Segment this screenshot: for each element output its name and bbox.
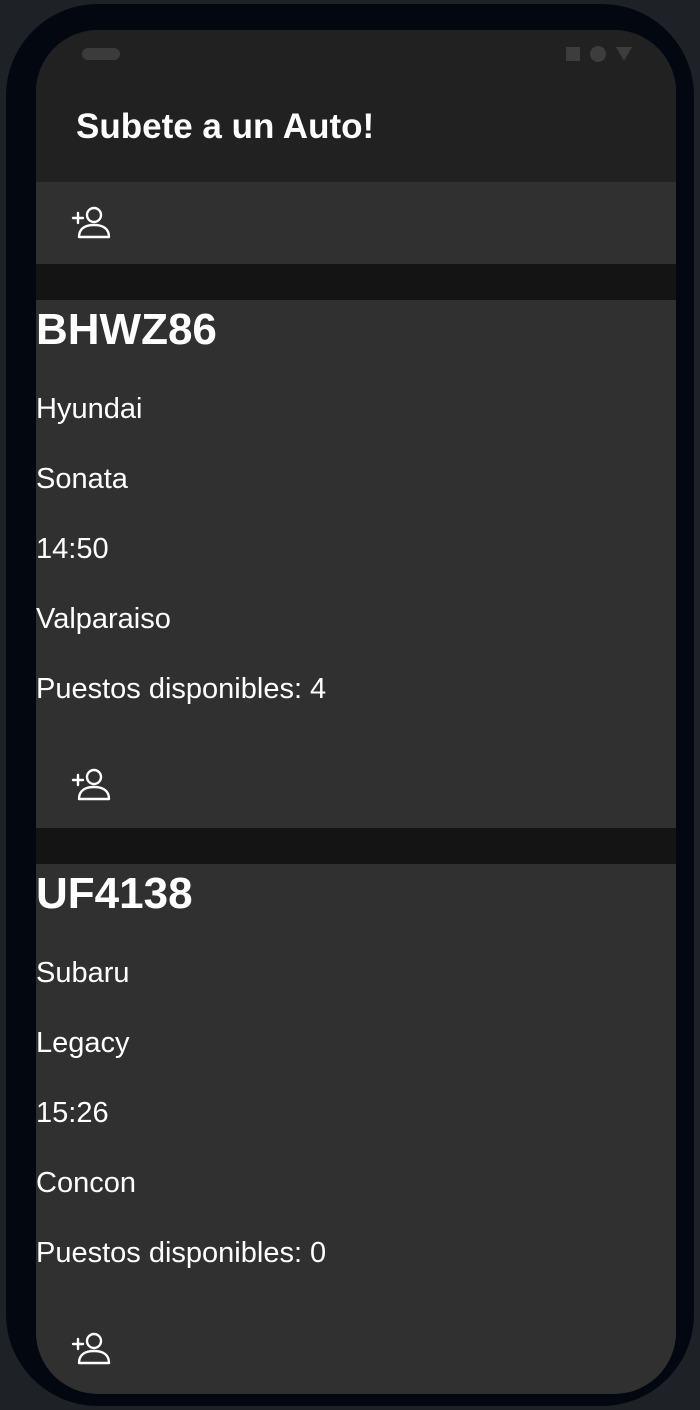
divider [36,264,676,300]
divider [36,828,676,864]
car-brand: Hyundai [36,393,143,425]
departure-time: 15:26 [36,1097,109,1129]
circle-icon [590,46,606,62]
car-model: Legacy [36,1027,130,1059]
car-card: BHWZ86 Hyundai Sonata 14:50 Valparaiso P… [36,300,676,828]
car-list: BHWZ86 Hyundai Sonata 14:50 Valparaiso P… [36,182,676,1392]
phone-frame: Subete a un Auto! BHWZ86 Hyundai Sonata … [6,4,694,1406]
status-bar [36,30,676,78]
car-plate: BHWZ86 [36,305,217,354]
car-plate: UF4138 [36,869,193,918]
destination: Valparaiso [36,603,171,635]
app-bar: Subete a un Auto! [36,78,676,182]
camera-cutout [82,48,120,60]
app-title: Subete a un Auto! [76,107,375,146]
phone-screen: Subete a un Auto! BHWZ86 Hyundai Sonata … [36,30,676,1394]
top-action-row [36,182,676,264]
add-person-icon [71,768,111,801]
add-person-icon [71,206,111,239]
car-card: UF4138 Subaru Legacy 15:26 Concon Puesto… [36,864,676,1392]
status-icons [566,46,632,62]
available-seats: Puestos disponibles: 0 [36,1237,327,1269]
available-seats: Puestos disponibles: 4 [36,673,327,705]
join-car-button[interactable] [66,1324,116,1374]
signal-triangle-icon [616,47,632,61]
add-passenger-button[interactable] [66,198,116,248]
car-brand: Subaru [36,957,130,989]
car-model: Sonata [36,463,128,495]
square-icon [566,47,580,61]
add-person-icon [71,1332,111,1365]
departure-time: 14:50 [36,533,109,565]
join-car-button[interactable] [66,760,116,810]
destination: Concon [36,1167,136,1199]
